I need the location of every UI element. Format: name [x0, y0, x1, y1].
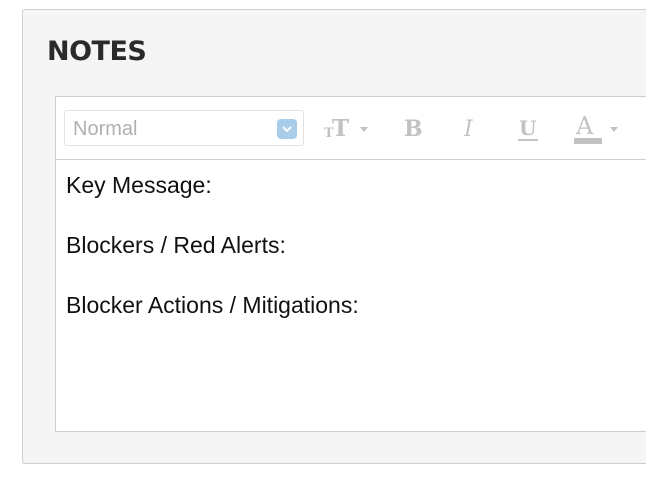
format-select-value: Normal	[73, 118, 138, 140]
svg-text:B: B	[404, 116, 423, 142]
chevron-down-icon	[277, 119, 297, 139]
editor-line-key-message: Key Message:	[66, 172, 212, 198]
panel-title: NOTES	[47, 36, 147, 67]
svg-text:A: A	[575, 112, 594, 140]
text-color-button[interactable]: A	[568, 110, 636, 146]
editor-line-blocker-actions: Blocker Actions / Mitigations:	[66, 292, 359, 318]
editor-line-blockers: Blockers / Red Alerts:	[66, 232, 286, 258]
underline-button[interactable]: U	[516, 110, 542, 146]
editor-content[interactable]: Key Message: Blockers / Red Alerts: Bloc…	[66, 171, 646, 351]
paragraph-format-select[interactable]: Normal	[64, 110, 304, 146]
bold-button[interactable]: B	[402, 110, 428, 146]
underline-icon: U	[518, 116, 538, 141]
svg-text:T: T	[332, 115, 349, 142]
text-color-icon: A	[574, 112, 618, 144]
text-size-button[interactable]: T T	[322, 110, 372, 146]
editor-toolbar: Normal T T B I U A	[56, 97, 646, 160]
text-size-icon: T T	[324, 115, 368, 142]
svg-text:U: U	[519, 116, 536, 140]
bold-icon: B	[404, 116, 423, 142]
italic-button[interactable]: I	[460, 110, 486, 146]
italic-icon: I	[463, 117, 474, 142]
notes-panel: NOTES Normal T T B I U A Key Message: Bl…	[22, 9, 646, 464]
svg-text:I: I	[463, 117, 474, 142]
rich-text-editor[interactable]: Normal T T B I U A Key Message: Blockers…	[55, 96, 646, 432]
